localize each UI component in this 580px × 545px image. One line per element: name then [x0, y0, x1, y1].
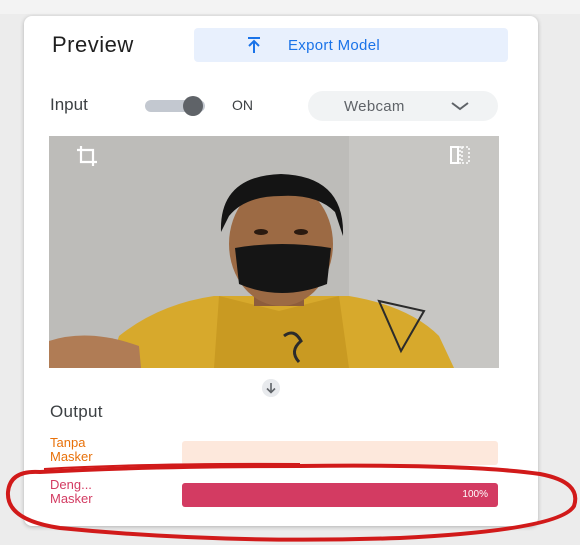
input-source-label: Webcam [344, 98, 405, 115]
class-name-line2: Masker [50, 491, 93, 506]
toggle-state-label: ON [232, 97, 253, 113]
webcam-frame [49, 136, 499, 368]
upload-icon [248, 37, 260, 53]
class-row-tanpa-masker: Tanpa Masker [24, 436, 538, 476]
class-name-line2: Masker [50, 449, 93, 464]
class-name: Tanpa Masker [50, 436, 120, 464]
input-row: Input ON Webcam [24, 88, 538, 128]
class-row-dengan-masker: Deng... Masker 100% [24, 478, 538, 518]
confidence-bar-track: 100% [182, 483, 498, 507]
backdrop [0, 0, 580, 14]
flip-camera-icon[interactable] [449, 144, 471, 166]
input-toggle[interactable] [145, 96, 209, 116]
panel-title: Preview [52, 32, 134, 57]
output-label: Output [50, 402, 103, 421]
confidence-bar-fill [182, 483, 498, 507]
confidence-percent: 100% [462, 489, 488, 500]
webcam-preview [49, 136, 499, 368]
class-name-line1: Deng... [50, 477, 92, 492]
toggle-thumb [183, 96, 203, 116]
arrow-down-icon [262, 379, 280, 397]
input-source-dropdown[interactable]: Webcam [308, 91, 498, 121]
panel-header: Preview Export Model [24, 16, 538, 76]
crop-icon[interactable] [75, 144, 99, 168]
export-model-button[interactable]: Export Model [194, 28, 508, 62]
input-label: Input [50, 95, 88, 114]
preview-panel: Preview Export Model Input ON Webcam Out… [24, 16, 538, 526]
class-name: Deng... Masker [50, 478, 120, 506]
export-model-label: Export Model [288, 37, 380, 54]
confidence-bar-track [182, 441, 498, 465]
chevron-down-icon [451, 102, 469, 111]
class-name-line1: Tanpa [50, 435, 86, 450]
